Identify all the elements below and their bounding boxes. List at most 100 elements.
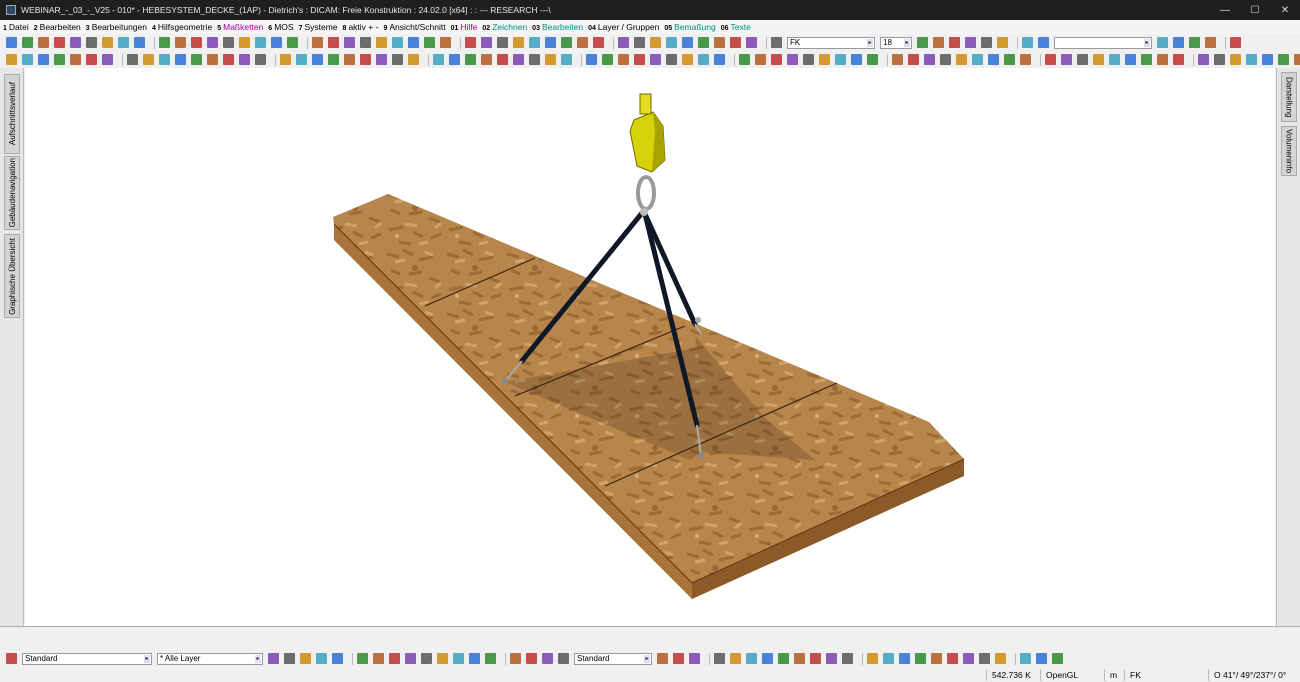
tool-icon[interactable] — [915, 653, 926, 664]
tool-icon[interactable] — [762, 653, 773, 664]
tool-icon[interactable] — [159, 37, 170, 48]
menu-item-bearbeitungen[interactable]: 3 Bearbeitungen — [86, 22, 147, 32]
tool-icon[interactable] — [1061, 54, 1072, 65]
menu-item-layer-gruppen[interactable]: 04 Layer / Gruppen — [588, 22, 659, 32]
menu-item-systeme[interactable]: 7 Systeme — [299, 22, 338, 32]
floor-panel[interactable] — [333, 194, 965, 599]
tool-icon[interactable] — [360, 54, 371, 65]
tool-icon[interactable] — [22, 37, 33, 48]
tool-icon[interactable] — [389, 653, 400, 664]
tool-icon[interactable] — [481, 54, 492, 65]
tool-icon[interactable] — [666, 54, 677, 65]
tool-icon[interactable] — [207, 54, 218, 65]
tool-icon[interactable] — [223, 54, 234, 65]
tool-icon[interactable] — [981, 37, 992, 48]
layer-select[interactable]: FK ▸ — [787, 36, 875, 49]
tool-icon[interactable] — [332, 653, 343, 664]
tool-icon[interactable] — [54, 37, 65, 48]
all-layers-select[interactable]: * Alle Layer ▸ — [157, 652, 263, 665]
tab-volumeninfo[interactable]: Volumeninfo — [1281, 126, 1297, 176]
tool-icon[interactable] — [995, 653, 1006, 664]
tool-icon[interactable] — [497, 37, 508, 48]
tool-icon[interactable] — [392, 37, 403, 48]
tool-icon[interactable] — [883, 653, 894, 664]
tool-icon[interactable] — [239, 37, 250, 48]
tool-icon[interactable] — [421, 653, 432, 664]
tool-icon[interactable] — [510, 653, 521, 664]
tool-icon[interactable] — [1093, 54, 1104, 65]
tool-icon[interactable] — [22, 54, 33, 65]
tool-icon[interactable] — [771, 37, 782, 48]
tool-icon[interactable] — [328, 37, 339, 48]
tool-icon[interactable] — [1173, 37, 1184, 48]
tool-icon[interactable] — [771, 54, 782, 65]
tool-icon[interactable] — [924, 54, 935, 65]
tool-icon[interactable] — [1246, 54, 1257, 65]
value-select[interactable]: ▸ — [1054, 36, 1152, 49]
tool-icon[interactable] — [54, 54, 65, 65]
tab-gebaeudenavigation[interactable]: Gebäudenavigation — [4, 156, 20, 230]
tool-icon[interactable] — [1022, 37, 1033, 48]
tool-icon[interactable] — [867, 653, 878, 664]
tool-icon[interactable] — [739, 54, 750, 65]
tool-icon[interactable] — [1109, 54, 1120, 65]
line-style-select[interactable]: Standard ▸ — [574, 652, 652, 665]
menu-item-hilfe[interactable]: 01 Hilfe — [451, 22, 478, 32]
menu-item-bearbeiten[interactable]: 2 Bearbeiten — [34, 22, 81, 32]
tool-icon[interactable] — [376, 54, 387, 65]
tool-icon[interactable] — [746, 653, 757, 664]
tool-icon[interactable] — [933, 37, 944, 48]
tool-icon[interactable] — [714, 54, 725, 65]
chevron-down-icon[interactable]: ▸ — [644, 654, 650, 663]
style-select[interactable]: Standard ▸ — [22, 652, 152, 665]
tool-icon[interactable] — [650, 54, 661, 65]
tool-icon[interactable] — [1141, 54, 1152, 65]
tool-icon[interactable] — [949, 37, 960, 48]
tool-icon[interactable] — [433, 54, 444, 65]
tool-icon[interactable] — [1173, 54, 1184, 65]
tool-icon[interactable] — [1189, 37, 1200, 48]
tool-icon[interactable] — [1294, 54, 1300, 65]
tool-icon[interactable] — [682, 54, 693, 65]
tool-icon[interactable] — [6, 54, 17, 65]
size-select[interactable]: 18 ▸ — [880, 36, 912, 49]
tool-icon[interactable] — [947, 653, 958, 664]
tool-icon[interactable] — [842, 653, 853, 664]
tool-icon[interactable] — [465, 37, 476, 48]
tool-icon[interactable] — [360, 37, 371, 48]
tool-icon[interactable] — [316, 653, 327, 664]
tool-icon[interactable] — [529, 37, 540, 48]
tool-icon[interactable] — [634, 54, 645, 65]
chevron-down-icon[interactable]: ▸ — [904, 38, 910, 47]
tool-icon[interactable] — [1077, 54, 1088, 65]
tool-icon[interactable] — [657, 653, 668, 664]
tool-icon[interactable] — [344, 54, 355, 65]
tool-icon[interactable] — [86, 37, 97, 48]
tool-icon[interactable] — [127, 54, 138, 65]
tool-icon[interactable] — [698, 37, 709, 48]
3d-viewport[interactable] — [25, 68, 1275, 626]
tool-icon[interactable] — [787, 54, 798, 65]
tool-icon[interactable] — [424, 37, 435, 48]
tool-icon[interactable] — [965, 37, 976, 48]
maximize-button[interactable]: ☐ — [1240, 5, 1270, 16]
tab-darstellung[interactable]: Darstellung — [1281, 72, 1297, 122]
tool-icon[interactable] — [810, 653, 821, 664]
tool-icon[interactable] — [405, 653, 416, 664]
tool-icon[interactable] — [940, 54, 951, 65]
tool-icon[interactable] — [972, 54, 983, 65]
chevron-down-icon[interactable]: ▸ — [1144, 38, 1150, 47]
tool-icon[interactable] — [794, 653, 805, 664]
menu-item-ma-ketten[interactable]: 5 Maßketten — [217, 22, 263, 32]
tool-icon[interactable] — [1020, 54, 1031, 65]
tool-icon[interactable] — [666, 37, 677, 48]
tool-icon[interactable] — [207, 37, 218, 48]
tool-icon[interactable] — [586, 54, 597, 65]
tool-icon[interactable] — [634, 37, 645, 48]
tool-icon[interactable] — [437, 653, 448, 664]
tool-icon[interactable] — [1157, 54, 1168, 65]
tool-icon[interactable] — [143, 54, 154, 65]
tool-icon[interactable] — [803, 54, 814, 65]
tool-icon[interactable] — [86, 54, 97, 65]
tool-icon[interactable] — [988, 54, 999, 65]
